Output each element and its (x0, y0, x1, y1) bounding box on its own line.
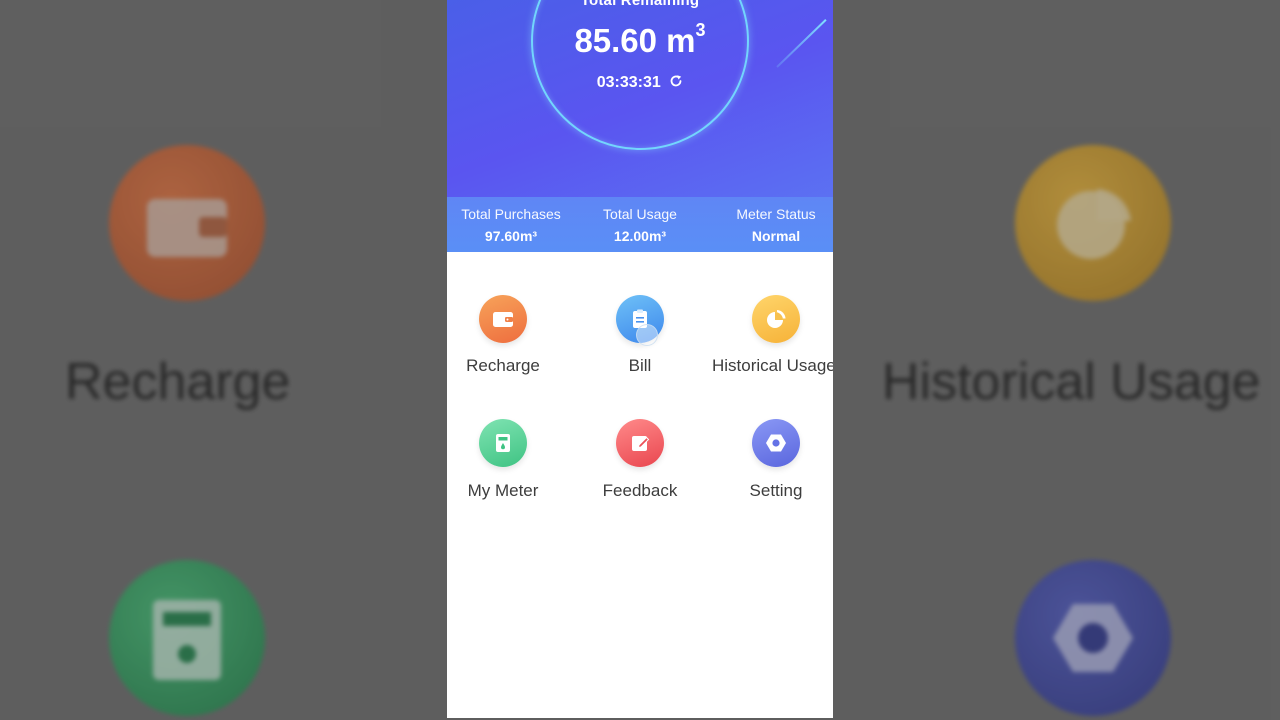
pie-chart-icon (752, 295, 800, 343)
touch-indicator (636, 324, 658, 346)
hex-nut-icon (752, 419, 800, 467)
edit-icon (616, 419, 664, 467)
menu-label-historical-usage: Historical Usage (712, 356, 833, 375)
menu-label-my-meter: My Meter (467, 481, 539, 500)
phone-screen: Total Remaining 85.60 m3 03:33:31 Total … (447, 0, 833, 718)
menu-label-bill: Bill (628, 356, 652, 375)
menu-label-setting: Setting (749, 481, 803, 500)
wallet-icon (479, 295, 527, 343)
menu-label-feedback: Feedback (602, 481, 678, 500)
menu-label-recharge: Recharge (466, 356, 540, 375)
meter-icon (479, 419, 527, 467)
